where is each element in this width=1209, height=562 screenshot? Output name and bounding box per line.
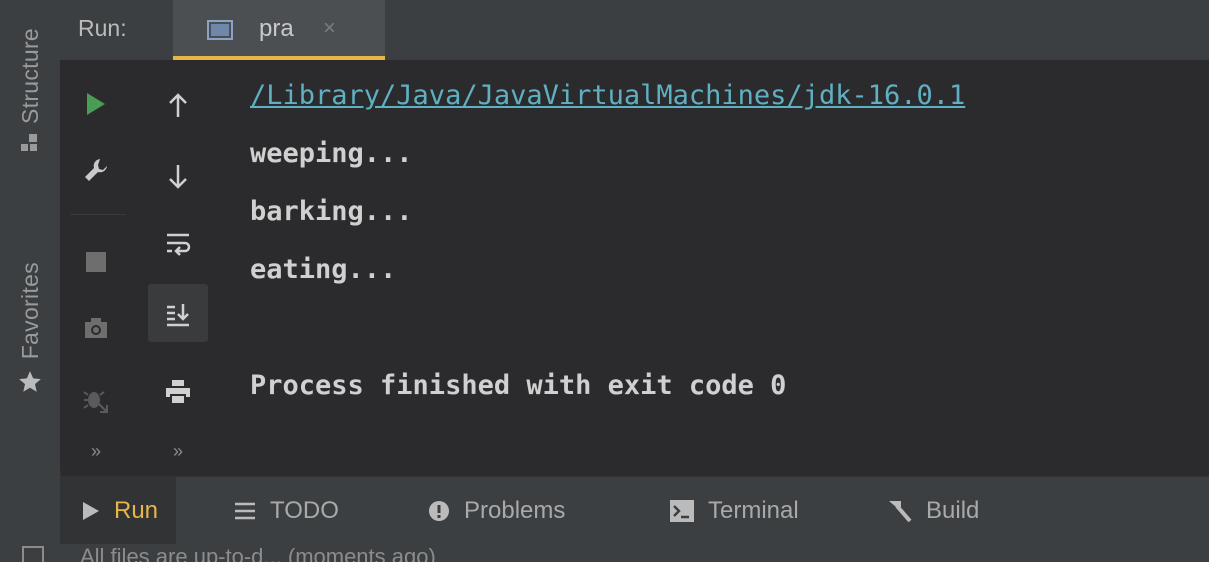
console-line: weeping... (250, 138, 413, 169)
structure-tab-label: Structure (16, 28, 43, 125)
arrow-up-icon (169, 93, 187, 117)
structure-icon (21, 134, 37, 152)
tab-build-label: Build (926, 497, 980, 524)
soft-wrap-button[interactable] (158, 224, 198, 264)
tab-problems[interactable]: Problems (428, 477, 565, 545)
list-icon (234, 502, 256, 520)
run-panel-label: Run: (78, 15, 127, 41)
next-occurrence-button[interactable] (158, 156, 198, 196)
more-actions-button[interactable]: » (78, 438, 114, 464)
alert-icon (428, 500, 450, 522)
toolbar-separator (70, 214, 126, 215)
bug-icon (83, 391, 108, 413)
run-panel-header: Run: pra × (60, 0, 1209, 60)
play-icon (82, 501, 100, 521)
favorites-tab-label: Favorites (16, 262, 43, 360)
left-tool-strip: Structure Favorites (0, 0, 61, 562)
edit-configuration-button[interactable] (78, 152, 114, 188)
print-icon (166, 380, 190, 405)
dump-threads-button[interactable] (78, 310, 114, 346)
tab-todo[interactable]: TODO (234, 477, 339, 545)
camera-icon (85, 318, 107, 338)
stop-icon (86, 252, 106, 272)
soft-wrap-icon (167, 233, 191, 256)
run-icon (87, 93, 105, 115)
tab-build[interactable]: Build (886, 477, 979, 545)
scroll-to-end-icon (167, 304, 189, 327)
status-bar: All files are up-to-d... (moments ago) (0, 544, 1209, 562)
stop-button[interactable] (78, 244, 114, 280)
more-actions-button-secondary[interactable]: » (158, 438, 198, 464)
tab-problems-label: Problems (464, 497, 566, 524)
scroll-to-end-button[interactable] (158, 294, 198, 334)
rerun-button[interactable] (78, 86, 114, 122)
tab-terminal[interactable]: Terminal (670, 477, 799, 545)
hammer-icon (886, 499, 912, 523)
previous-occurrence-button[interactable] (158, 86, 198, 126)
run-tab-title: pra (259, 15, 294, 42)
run-toolbar-primary: » (60, 60, 134, 470)
debug-button[interactable] (78, 382, 114, 418)
star-icon (19, 371, 41, 393)
run-config-tab[interactable]: pra × (173, 0, 385, 60)
console-line: barking... (250, 196, 413, 227)
structure-tool-tab[interactable]: Structure (0, 28, 60, 152)
terminal-icon (670, 500, 694, 522)
console-line: eating... (250, 254, 397, 285)
console-output[interactable]: /Library/Java/JavaVirtualMachines/jdk-16… (220, 60, 1209, 470)
tab-run-label: Run (114, 497, 159, 524)
status-message: All files are up-to-d... (moments ago) (80, 544, 436, 562)
console-exit-line: Process finished with exit code 0 (250, 370, 787, 401)
tool-window-bar: Run TODO Problems Terminal Build (60, 476, 1209, 545)
tab-run[interactable]: Run (60, 477, 177, 545)
favorites-tool-tab[interactable]: Favorites (0, 262, 60, 395)
wrench-icon (85, 159, 107, 181)
java-path-link[interactable]: /Library/Java/JavaVirtualMachines/jdk-16… (250, 80, 965, 111)
print-button[interactable] (158, 372, 198, 412)
close-icon[interactable]: × (323, 15, 336, 41)
arrow-down-icon (169, 165, 187, 189)
run-toolbar-secondary: » (134, 60, 220, 470)
console-window-icon (207, 20, 233, 40)
status-window-icon (22, 546, 44, 562)
tab-todo-label: TODO (270, 497, 339, 524)
tab-terminal-label: Terminal (708, 497, 799, 524)
